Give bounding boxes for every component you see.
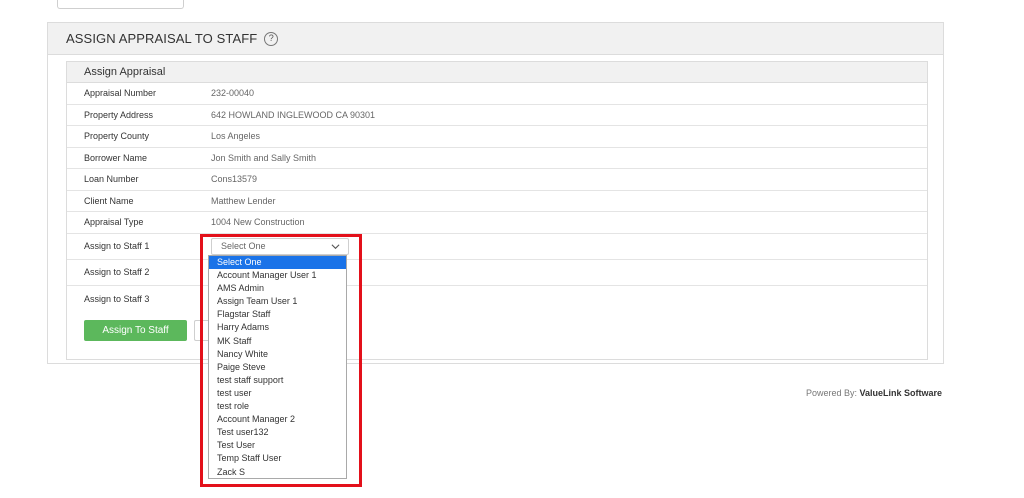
row-value: Los Angeles [211,131,261,142]
dropdown-option[interactable]: Flagstar Staff [209,308,346,321]
row-value: 642 HOWLAND INGLEWOOD CA 90301 [211,109,376,120]
row-value: Jon Smith and Sally Smith [211,152,317,163]
dropdown-option[interactable]: Paige Steve [209,361,346,374]
footer-prefix: Powered By: [805,388,860,398]
footer: Powered By: ValueLink Software [806,388,942,398]
row-label: Appraisal Type [84,217,144,228]
row-label: Appraisal Number [84,88,157,99]
detail-row-loan-number: Loan Number Cons13579 [67,169,927,191]
dropdown-option[interactable]: Zack S [209,466,346,479]
staff-1-select[interactable]: Select One [211,237,349,255]
panel-header: ASSIGN APPRAISAL TO STAFF ? [48,23,943,55]
row-value: 232-00040 [211,88,255,99]
question-circle-icon[interactable]: ? [264,31,279,46]
staff-dropdown-list[interactable]: Select One Account Manager User 1 AMS Ad… [208,255,347,479]
assign-appraisal-section: Assign Appraisal Appraisal Number 232-00… [66,61,928,360]
detail-row-property-county: Property County Los Angeles [67,126,927,148]
page-title: ASSIGN APPRAISAL TO STAFF [66,31,258,46]
detail-row-property-address: Property Address 642 HOWLAND INGLEWOOD C… [67,105,927,126]
staff-row-3: Assign to Staff 3 [67,286,927,312]
dropdown-option[interactable]: test role [209,400,346,413]
row-label: Property Address [84,109,154,120]
dropdown-option[interactable]: Temp Staff User [209,452,346,465]
row-value: Matthew Lender [211,195,276,206]
dropdown-option[interactable]: AMS Admin [209,282,346,295]
dropdown-option[interactable]: Account Manager User 1 [209,269,346,282]
section-title: Assign Appraisal [67,62,927,83]
detail-row-appraisal-type: Appraisal Type 1004 New Construction [67,212,927,234]
staff-row-1: Assign to Staff 1 Select One [67,234,927,260]
staff-label: Assign to Staff 3 [84,293,150,304]
dropdown-option[interactable]: Assign Team User 1 [209,295,346,308]
dropdown-option[interactable]: test user [209,387,346,400]
row-label: Loan Number [84,174,139,185]
row-label: Client Name [84,195,134,206]
dropdown-option[interactable]: Nancy White [209,348,346,361]
detail-row-borrower-name: Borrower Name Jon Smith and Sally Smith [67,148,927,169]
staff-label: Assign to Staff 1 [84,241,150,251]
staff-label: Assign to Staff 2 [84,267,150,277]
detail-row-appraisal-number: Appraisal Number 232-00040 [67,83,927,105]
row-value: Cons13579 [211,174,258,185]
dropdown-option[interactable]: Select One [209,256,346,270]
row-label: Property County [84,131,150,142]
assign-to-staff-button[interactable]: Assign To Staff [84,320,187,341]
footer-brand[interactable]: ValueLink Software [859,388,942,398]
dropdown-option[interactable]: Harry Adams [209,321,346,334]
detail-row-client-name: Client Name Matthew Lender [67,191,927,212]
staff-row-2: Assign to Staff 2 [67,260,927,286]
dropdown-option[interactable]: Test user132 [209,426,346,439]
assign-appraisal-panel: ASSIGN APPRAISAL TO STAFF ? Assign Appra… [47,22,944,364]
row-label: Borrower Name [84,152,148,163]
dropdown-option[interactable]: Account Manager 2 [209,413,346,426]
select-value: Select One [221,241,266,251]
chevron-down-icon [331,243,340,249]
dropdown-option[interactable]: test staff support [209,374,346,387]
row-value: 1004 New Construction [211,217,305,228]
dropdown-option[interactable]: Test User [209,439,346,452]
top-button-stub[interactable] [57,0,184,9]
dropdown-option[interactable]: MK Staff [209,335,346,348]
